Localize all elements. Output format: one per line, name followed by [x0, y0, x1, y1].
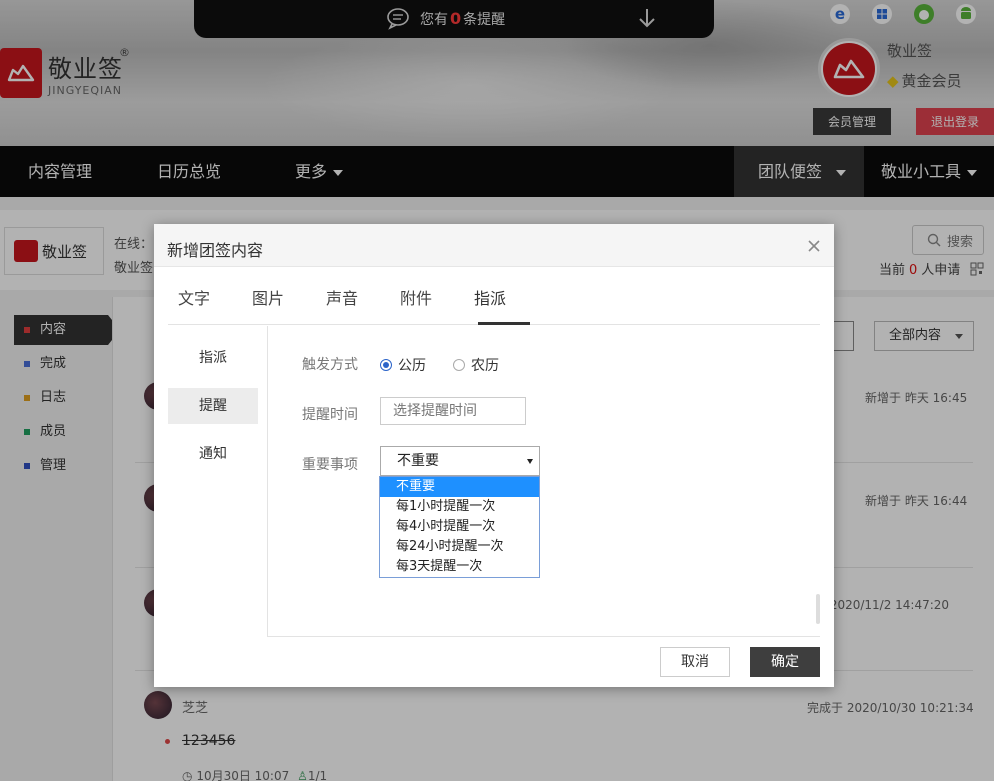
tab-attachment[interactable]: 附件 — [400, 285, 432, 309]
confirm-button[interactable]: 确定 — [750, 647, 820, 677]
dropdown-option[interactable]: 每3天提醒一次 — [380, 557, 539, 577]
radio-lunar[interactable]: 农历 — [453, 355, 499, 375]
dropdown-arrow-icon — [527, 459, 533, 464]
important-dropdown: 不重要 每1小时提醒一次 每4小时提醒一次 每24小时提醒一次 每3天提醒一次 — [379, 476, 540, 578]
dropdown-option[interactable]: 每4小时提醒一次 — [380, 517, 539, 537]
dropdown-option[interactable]: 每1小时提醒一次 — [380, 497, 539, 517]
dropdown-option[interactable]: 不重要 — [380, 477, 539, 497]
sub-nav-assign[interactable]: 指派 — [168, 340, 258, 376]
radio-solar[interactable]: 公历 — [380, 355, 426, 375]
sub-nav-notify[interactable]: 通知 — [168, 436, 258, 472]
tab-image[interactable]: 图片 — [252, 285, 284, 309]
scrollbar[interactable] — [816, 594, 820, 624]
remind-time-input[interactable]: 选择提醒时间 — [380, 397, 526, 425]
tab-text[interactable]: 文字 — [178, 285, 210, 309]
tab-voice[interactable]: 声音 — [326, 285, 358, 309]
close-icon[interactable] — [804, 236, 824, 256]
add-team-note-dialog: 新增团签内容 文字 图片 声音 附件 指派 指派 提醒 通知 触发方式 公历 农… — [154, 224, 834, 687]
remind-time-label: 提醒时间 — [302, 407, 358, 423]
sub-nav: 指派 提醒 通知 — [168, 326, 268, 636]
dialog-tabs: 文字 图片 声音 附件 指派 — [168, 267, 820, 325]
cancel-button[interactable]: 取消 — [660, 647, 730, 677]
important-label: 重要事项 — [302, 457, 358, 473]
sub-nav-remind[interactable]: 提醒 — [168, 388, 258, 424]
dialog-title: 新增团签内容 — [167, 241, 264, 260]
active-tab-indicator — [478, 322, 530, 325]
tab-assign[interactable]: 指派 — [474, 285, 506, 309]
dropdown-option[interactable]: 每24小时提醒一次 — [380, 537, 539, 557]
trigger-label: 触发方式 — [302, 357, 358, 373]
important-select[interactable]: 不重要 — [380, 446, 540, 476]
